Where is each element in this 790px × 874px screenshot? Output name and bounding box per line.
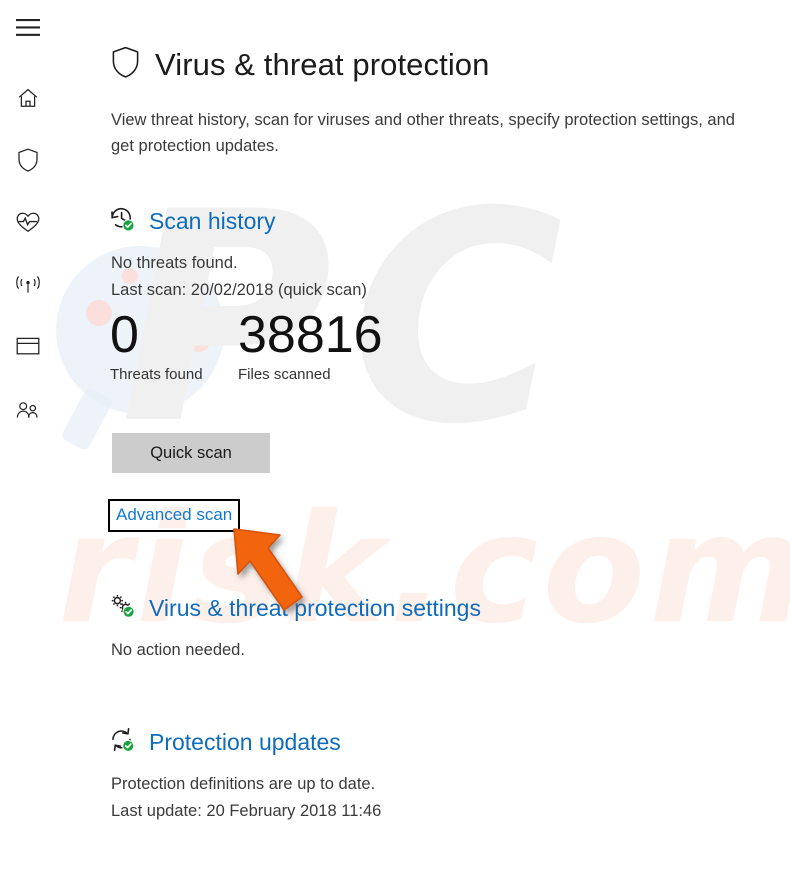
sidebar-item-virus-threat-protection[interactable] [6,138,50,182]
section-scan-history: Scan history No threats found. Last scan… [108,205,383,383]
browser-window-icon [15,335,41,357]
sidebar-item-home[interactable] [6,76,50,120]
protection-updates-link[interactable]: Protection updates [108,726,381,759]
scan-history-last-scan: Last scan: 20/02/2018 (quick scan) [111,281,367,299]
heart-pulse-icon [15,210,41,234]
advanced-scan-highlight-box: Advanced scan [108,499,241,532]
protection-settings-status: No action needed. [111,641,245,659]
sidebar-item-family-options[interactable] [6,388,50,432]
stat-threats-found: 0 Threats found [110,306,238,383]
threats-found-value: 0 [110,306,139,364]
files-scanned-value: 38816 [238,306,383,364]
protection-updates-status: Protection definitions are up to date. [111,775,376,793]
sidebar-item-device-performance-health[interactable] [6,200,50,244]
stat-files-scanned: 38816 Files scanned [238,306,383,383]
home-icon [16,86,40,110]
hamburger-icon [16,19,40,37]
sidebar-item-hamburger-menu[interactable] [6,6,50,50]
scan-history-link[interactable]: Scan history [108,205,383,238]
scan-history-status: No threats found. [111,254,238,272]
scan-history-title: Scan history [149,208,276,234]
gears-check-icon [108,592,136,625]
magnifier-watermark-handle [60,386,114,452]
protection-settings-link[interactable]: Virus & threat protection settings [108,592,481,625]
sidebar-item-firewall-network-protection[interactable] [6,262,50,306]
scan-history-stats: 0 Threats found 38816 Files scanned [110,306,383,383]
quick-scan-button[interactable]: Quick scan [112,433,270,473]
files-scanned-label: Files scanned [238,366,331,383]
page-description: View threat history, scan for viruses an… [111,110,735,155]
shield-icon [16,147,40,173]
sidebar-item-app-browser-control[interactable] [6,324,50,368]
advanced-scan-link[interactable]: Advanced scan [116,505,232,524]
threats-found-label: Threats found [110,366,203,383]
navigation-sidebar [0,0,56,874]
protection-updates-title: Protection updates [149,729,341,755]
section-protection-settings: Virus & threat protection settings No ac… [108,592,481,664]
page-title: Virus & threat protection [155,46,490,82]
shield-outline-icon [110,45,141,84]
people-icon [14,398,42,422]
protection-settings-title: Virus & threat protection settings [149,595,481,621]
protection-updates-last-update: Last update: 20 February 2018 11:46 [111,802,382,820]
history-clock-check-icon [108,205,136,238]
wifi-signal-icon [14,272,42,296]
refresh-check-icon [108,726,136,759]
page-header: Virus & threat protection [110,26,490,104]
section-protection-updates: Protection updates Protection definition… [108,726,381,825]
